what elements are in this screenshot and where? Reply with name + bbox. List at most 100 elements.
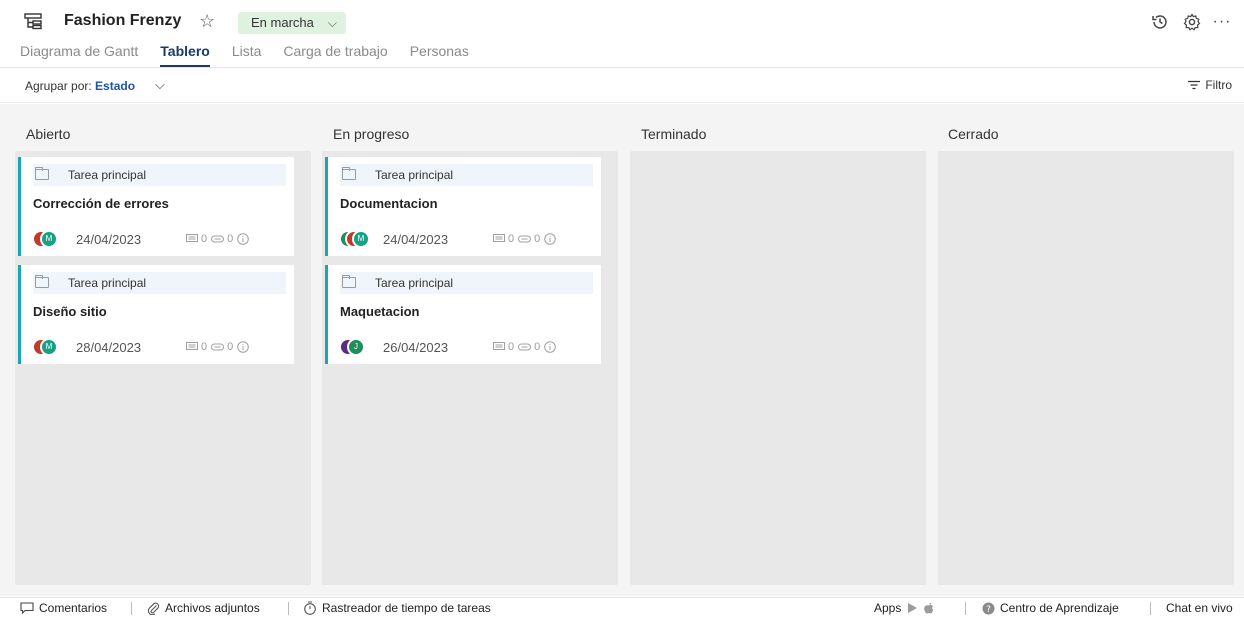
card-meta: 0 0 bbox=[493, 341, 563, 353]
attachments-label: Archivos adjuntos bbox=[165, 601, 260, 615]
learning-center-label: Centro de Aprendizaje bbox=[1000, 601, 1119, 615]
apps-menu[interactable]: Apps bbox=[874, 601, 935, 615]
parent-task-label: Tarea principal bbox=[375, 168, 454, 182]
column-abierto[interactable]: Tarea principal Corrección de errores M … bbox=[15, 151, 311, 585]
filter-icon bbox=[1188, 80, 1201, 90]
column-title-terminado: Terminado bbox=[641, 126, 707, 142]
folder-icon bbox=[342, 275, 356, 288]
star-icon[interactable]: ☆ bbox=[199, 11, 215, 31]
tab-gantt[interactable]: Diagrama de Gantt bbox=[20, 43, 138, 67]
group-by-label: Agrupar por: bbox=[25, 79, 92, 93]
assignee-avatars[interactable]: M bbox=[32, 338, 64, 356]
task-card[interactable]: Tarea principal Diseño sitio M 28/04/202… bbox=[18, 265, 294, 364]
tab-workload[interactable]: Carga de trabajo bbox=[283, 43, 387, 67]
tab-people[interactable]: Personas bbox=[410, 43, 469, 67]
task-title[interactable]: Diseño sitio bbox=[33, 304, 107, 319]
info-icon[interactable] bbox=[237, 341, 252, 353]
attachments-count[interactable]: 0 bbox=[518, 233, 540, 245]
time-tracker-label: Rastreador de tiempo de tareas bbox=[322, 601, 491, 615]
divider bbox=[131, 602, 132, 615]
group-by-value: Estado bbox=[95, 79, 136, 93]
attachment-icon bbox=[211, 343, 225, 351]
column-en-progreso[interactable]: Tarea principal Documentacion M 24/04/20… bbox=[322, 151, 618, 585]
info-icon[interactable] bbox=[544, 233, 559, 245]
apps-label: Apps bbox=[874, 601, 902, 615]
due-date: 26/04/2023 bbox=[383, 340, 449, 355]
chevron-down-icon: ⌵ bbox=[327, 16, 337, 30]
comment-icon bbox=[493, 234, 505, 242]
attachments-count[interactable]: 0 bbox=[518, 341, 540, 353]
attachment-icon bbox=[211, 235, 225, 243]
google-play-icon bbox=[908, 603, 918, 613]
task-title[interactable]: Documentacion bbox=[340, 196, 438, 211]
folder-icon bbox=[35, 275, 49, 288]
divider bbox=[965, 602, 966, 615]
comment-icon bbox=[20, 602, 34, 614]
comments-count[interactable]: 0 bbox=[493, 233, 514, 245]
divider bbox=[288, 602, 289, 615]
more-icon[interactable]: ··· bbox=[1212, 12, 1232, 32]
card-meta: 0 0 bbox=[186, 341, 256, 353]
comment-icon bbox=[186, 342, 198, 350]
attachment-icon bbox=[518, 235, 532, 243]
parent-task[interactable]: Tarea principal bbox=[340, 272, 593, 294]
parent-task[interactable]: Tarea principal bbox=[33, 164, 286, 186]
settings-icon[interactable] bbox=[1182, 12, 1202, 32]
info-icon[interactable] bbox=[544, 341, 559, 353]
column-title-en-progreso: En progreso bbox=[333, 126, 410, 142]
task-card[interactable]: Tarea principal Corrección de errores M … bbox=[18, 157, 294, 256]
help-icon: ? bbox=[982, 602, 995, 615]
status-label: En marcha bbox=[251, 15, 314, 30]
comments-button[interactable]: Comentarios bbox=[20, 601, 107, 615]
task-title[interactable]: Maquetacion bbox=[340, 304, 419, 319]
parent-task[interactable]: Tarea principal bbox=[33, 272, 286, 294]
avatar: J bbox=[347, 338, 365, 356]
paperclip-icon bbox=[147, 602, 160, 615]
live-chat-button[interactable]: Chat en vivo bbox=[1166, 601, 1233, 615]
assignee-avatars[interactable]: M bbox=[32, 230, 64, 248]
attachments-count[interactable]: 0 bbox=[211, 341, 233, 353]
learning-center-button[interactable]: ? Centro de Aprendizaje bbox=[982, 601, 1119, 615]
comments-count[interactable]: 0 bbox=[493, 341, 514, 353]
task-title[interactable]: Corrección de errores bbox=[33, 196, 169, 211]
history-icon[interactable] bbox=[1150, 12, 1170, 32]
column-title-abierto: Abierto bbox=[26, 126, 71, 142]
filter-button[interactable]: Filtro bbox=[1187, 78, 1232, 92]
task-card[interactable]: Tarea principal Documentacion M 24/04/20… bbox=[325, 157, 601, 256]
comment-icon bbox=[186, 234, 198, 242]
view-tabs: Diagrama de Gantt Tablero Lista Carga de… bbox=[20, 43, 491, 67]
attachments-button[interactable]: Archivos adjuntos bbox=[147, 601, 260, 615]
avatar: M bbox=[352, 230, 370, 248]
filter-label: Filtro bbox=[1205, 78, 1232, 92]
parent-task-label: Tarea principal bbox=[68, 276, 147, 290]
info-icon[interactable] bbox=[237, 233, 252, 245]
assignee-avatars[interactable]: M bbox=[339, 230, 371, 248]
project-header: Fashion Frenzy ☆ En marcha ⌵ ··· Diagram… bbox=[0, 0, 1244, 68]
parent-task[interactable]: Tarea principal bbox=[340, 164, 593, 186]
kanban-board: Abierto Tarea principal Corrección de er… bbox=[0, 104, 1244, 596]
tab-list[interactable]: Lista bbox=[232, 43, 262, 67]
comments-count[interactable]: 0 bbox=[186, 233, 207, 245]
assignee-avatars[interactable]: J bbox=[339, 338, 371, 356]
due-date: 24/04/2023 bbox=[76, 232, 142, 247]
card-meta: 0 0 bbox=[186, 233, 256, 245]
avatar: M bbox=[40, 338, 58, 356]
folder-icon bbox=[342, 167, 356, 180]
task-card[interactable]: Tarea principal Maquetacion J 26/04/2023… bbox=[325, 265, 601, 364]
status-dropdown[interactable]: En marcha ⌵ bbox=[238, 12, 346, 34]
avatar: M bbox=[40, 230, 58, 248]
attachments-count[interactable]: 0 bbox=[211, 233, 233, 245]
chevron-down-icon[interactable]: ⌵ bbox=[155, 77, 165, 93]
card-meta: 0 0 bbox=[493, 233, 563, 245]
time-tracker-button[interactable]: Rastreador de tiempo de tareas bbox=[303, 601, 491, 615]
tab-board[interactable]: Tablero bbox=[160, 43, 210, 67]
column-cerrado[interactable] bbox=[938, 151, 1234, 585]
column-terminado[interactable] bbox=[630, 151, 926, 585]
comments-label: Comentarios bbox=[39, 601, 108, 615]
group-by-control[interactable]: Agrupar por: Estado bbox=[25, 79, 135, 93]
parent-task-label: Tarea principal bbox=[375, 276, 454, 290]
comments-count[interactable]: 0 bbox=[186, 341, 207, 353]
bottom-bar: Comentarios Archivos adjuntos Rastreador… bbox=[0, 597, 1244, 617]
svg-text:?: ? bbox=[986, 605, 991, 615]
divider bbox=[1150, 602, 1151, 615]
